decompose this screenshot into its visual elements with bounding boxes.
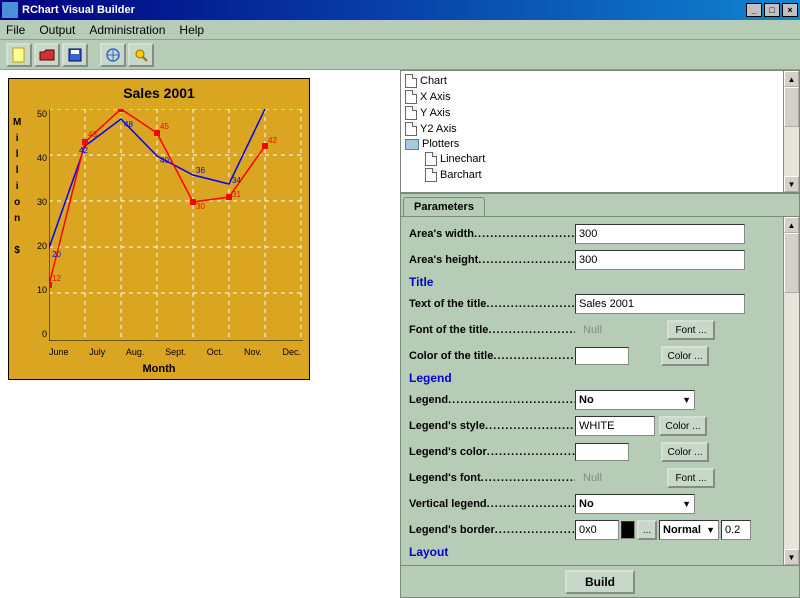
title-font-button[interactable]: Font ...	[667, 320, 715, 340]
legend-border-width[interactable]	[721, 520, 751, 540]
title-text-input[interactable]	[575, 294, 745, 314]
window-title: RChart Visual Builder	[22, 4, 746, 16]
chart-preview-pane: Sales 2001 Million $ 50 40 30 20 10 0	[0, 70, 400, 598]
legend-border-value[interactable]	[575, 520, 619, 540]
y-axis-label: Million $	[13, 115, 21, 259]
scroll-up-icon[interactable]: ▲	[784, 71, 799, 87]
vertical-legend-select[interactable]: No▼	[575, 494, 695, 514]
scroll-thumb[interactable]	[784, 87, 799, 127]
menu-help[interactable]: Help	[179, 23, 204, 37]
tree-item-plotters[interactable]: Plotters	[405, 137, 779, 151]
chart-plot-area: 12435045303142 20424840363450	[49, 109, 303, 341]
scroll-thumb[interactable]	[784, 233, 799, 293]
save-button[interactable]	[62, 43, 88, 67]
title-section: Title	[409, 275, 775, 289]
scroll-down-icon[interactable]: ▼	[784, 176, 799, 192]
svg-text:20: 20	[52, 250, 61, 259]
svg-text:30: 30	[196, 202, 205, 211]
svg-text:43: 43	[88, 130, 97, 139]
document-icon	[405, 90, 417, 104]
tab-parameters[interactable]: Parameters	[403, 197, 485, 216]
legend-font-label: Legend's font	[409, 472, 575, 484]
svg-text:12: 12	[52, 274, 61, 283]
preview-button[interactable]	[128, 43, 154, 67]
svg-text:42: 42	[268, 136, 277, 145]
svg-text:31: 31	[232, 190, 241, 199]
svg-text:40: 40	[160, 156, 169, 165]
title-color-button[interactable]: Color ...	[661, 346, 709, 366]
app-icon	[2, 2, 18, 18]
area-height-label: Area's height	[409, 254, 575, 266]
svg-text:36: 36	[196, 166, 205, 175]
x-ticks: JuneJulyAug.Sept.Oct.Nov.Dec.	[49, 347, 301, 357]
area-width-input[interactable]	[575, 224, 745, 244]
svg-text:42: 42	[79, 146, 88, 155]
document-icon	[405, 122, 417, 136]
legend-section: Legend	[409, 371, 775, 385]
tree-scrollbar[interactable]: ▲ ▼	[783, 71, 799, 192]
document-icon	[425, 168, 437, 182]
svg-text:45: 45	[160, 122, 169, 131]
title-text-label: Text of the title	[409, 298, 575, 310]
legend-label: Legend	[409, 394, 575, 406]
minimize-button[interactable]: _	[746, 3, 762, 17]
document-icon	[425, 152, 437, 166]
maximize-button[interactable]: □	[764, 3, 780, 17]
title-font-label: Font of the title	[409, 324, 575, 336]
legend-style-color-button[interactable]: Color ...	[659, 416, 707, 436]
legend-border-color-swatch[interactable]	[621, 521, 635, 539]
tree-item-xaxis[interactable]: X Axis	[405, 89, 779, 105]
menu-file[interactable]: File	[6, 23, 25, 37]
layout-section: Layout	[409, 545, 775, 559]
new-file-button[interactable]	[6, 43, 32, 67]
browser-button[interactable]	[100, 43, 126, 67]
legend-border-label: Legend's border	[409, 524, 575, 536]
menu-output[interactable]: Output	[39, 23, 75, 37]
title-color-label: Color of the title	[409, 350, 575, 362]
legend-border-color-button[interactable]: ...	[637, 520, 657, 540]
scroll-down-icon[interactable]: ▼	[784, 549, 799, 565]
legend-font-button[interactable]: Font ...	[667, 468, 715, 488]
document-icon	[405, 74, 417, 88]
area-width-label: Area's width	[409, 228, 575, 240]
title-color-swatch[interactable]	[575, 347, 629, 365]
legend-style-input[interactable]	[575, 416, 655, 436]
chart-preview: Sales 2001 Million $ 50 40 30 20 10 0	[8, 78, 310, 380]
chart-title: Sales 2001	[9, 79, 309, 101]
menubar: File Output Administration Help	[0, 20, 800, 40]
tree-item-chart[interactable]: Chart	[405, 73, 779, 89]
legend-select[interactable]: No▼	[575, 390, 695, 410]
x-axis-label: Month	[9, 363, 309, 375]
svg-text:34: 34	[232, 176, 241, 185]
params-scrollbar[interactable]: ▲ ▼	[783, 217, 799, 565]
vertical-legend-label: Vertical legend	[409, 498, 575, 510]
tree-pane: Chart X Axis Y Axis Y2 Axis Plotters Lin…	[400, 70, 800, 193]
legend-style-label: Legend's style	[409, 420, 575, 432]
build-button[interactable]: Build	[565, 570, 635, 594]
tree-item-yaxis[interactable]: Y Axis	[405, 105, 779, 121]
menu-administration[interactable]: Administration	[89, 23, 165, 37]
scroll-up-icon[interactable]: ▲	[784, 217, 799, 233]
legend-color-swatch[interactable]	[575, 443, 629, 461]
legend-color-button[interactable]: Color ...	[661, 442, 709, 462]
area-height-input[interactable]	[575, 250, 745, 270]
tree-item-linechart[interactable]: Linechart	[405, 151, 779, 167]
close-button[interactable]: ×	[782, 3, 798, 17]
tree-item-y2axis[interactable]: Y2 Axis	[405, 121, 779, 137]
legend-color-label: Legend's color	[409, 446, 575, 458]
legend-border-style-select[interactable]: Normal▼	[659, 520, 719, 540]
svg-text:48: 48	[124, 120, 133, 129]
tree-item-barchart[interactable]: Barchart	[405, 167, 779, 183]
folder-icon	[405, 139, 419, 150]
toolbar	[0, 40, 800, 70]
y-ticks: 50 40 30 20 10 0	[27, 109, 47, 339]
open-file-button[interactable]	[34, 43, 60, 67]
document-icon	[405, 106, 417, 120]
